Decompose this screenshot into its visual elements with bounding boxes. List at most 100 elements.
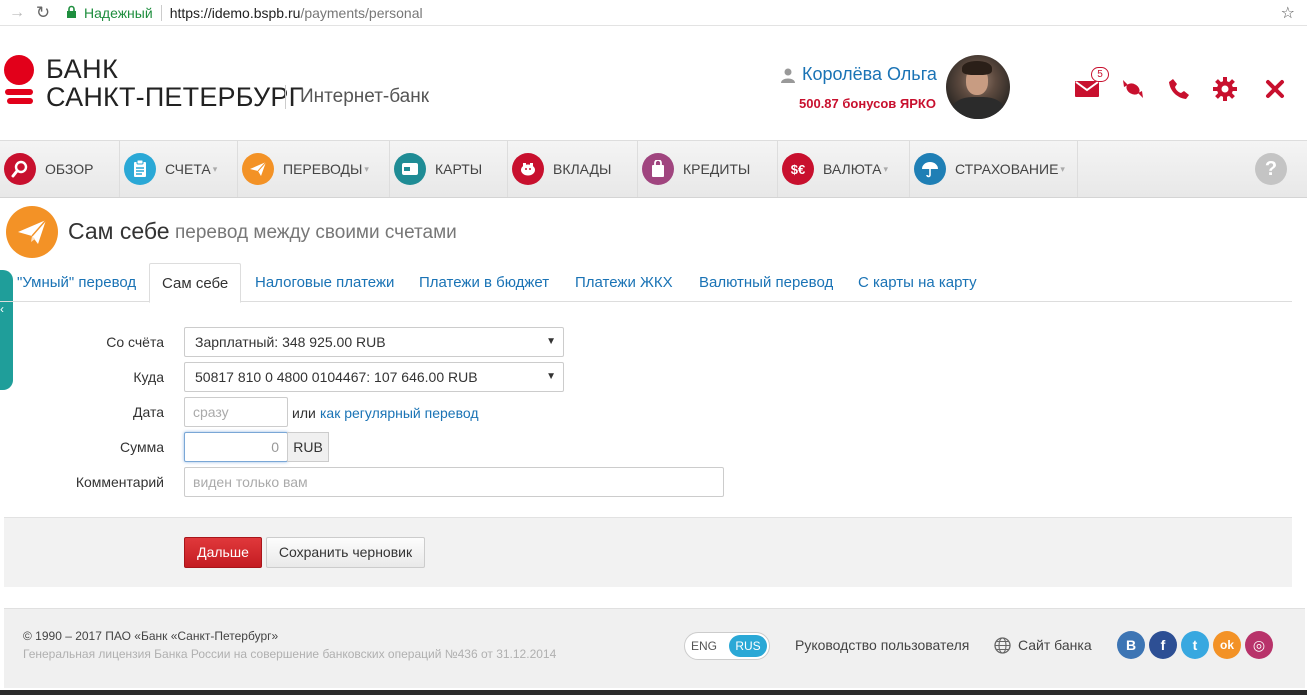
- nav-item-loans[interactable]: КРЕДИТЫ: [638, 141, 778, 197]
- tab-tax-payments[interactable]: Налоговые платежи: [255, 263, 394, 302]
- chevron-left-icon: ‹: [0, 302, 4, 316]
- chevron-down-icon: ▼: [546, 336, 556, 347]
- tab-self-transfer[interactable]: Сам себе: [149, 263, 242, 303]
- nav-item-currency[interactable]: $€ ВАЛЮТА ▾: [778, 141, 910, 197]
- language-switcher: ENG RUS: [684, 632, 770, 660]
- sum-label: Сумма: [120, 439, 164, 455]
- lock-icon: [66, 5, 78, 21]
- twitter-icon[interactable]: t: [1181, 631, 1209, 659]
- tab-currency-transfer[interactable]: Валютный перевод: [699, 263, 833, 302]
- tab-utility-payments[interactable]: Платежи ЖКХ: [575, 263, 673, 302]
- nav-item-transfers[interactable]: ПЕРЕВОДЫ ▾: [238, 141, 390, 197]
- chevron-down-icon: ▾: [883, 163, 889, 174]
- odnoklassniki-icon[interactable]: ok: [1213, 631, 1241, 659]
- search-icon: [4, 153, 36, 185]
- reload-icon[interactable]: ↻: [32, 3, 54, 23]
- chevron-down-icon: ▾: [212, 163, 218, 174]
- recurring-transfer-link[interactable]: как регулярный перевод: [320, 405, 479, 421]
- tab-card-to-card[interactable]: С карты на карту: [858, 263, 977, 302]
- piggy-bank-icon: [512, 153, 544, 185]
- nav-label: СТРАХОВАНИЕ: [955, 161, 1059, 177]
- divider: [285, 85, 286, 109]
- currency-icon: $€: [782, 153, 814, 185]
- from-account-select[interactable]: Зарплатный: 348 925.00 RUB ▼: [184, 327, 564, 357]
- site-header: БАНК САНКТ-ПЕТЕРБУРГ Интернет-банк Корол…: [0, 27, 1307, 140]
- nav-label: КРЕДИТЫ: [683, 161, 751, 177]
- nav-label: ОБЗОР: [45, 161, 94, 177]
- page-subtitle: перевод между своими счетами: [175, 222, 457, 243]
- card-icon: [394, 153, 426, 185]
- nav-label: ВКЛАДЫ: [553, 161, 612, 177]
- comment-label: Комментарий: [75, 474, 164, 490]
- paper-plane-icon: [242, 153, 274, 185]
- nav-item-overview[interactable]: ОБЗОР: [0, 141, 120, 197]
- nav-item-cards[interactable]: КАРТЫ: [390, 141, 508, 197]
- clipboard-icon: [124, 153, 156, 185]
- vk-icon[interactable]: В: [1117, 631, 1145, 659]
- date-or-text: или: [292, 405, 316, 421]
- nav-item-accounts[interactable]: СЧЕТА ▾: [120, 141, 238, 197]
- logo-line1: БАНК: [46, 54, 119, 84]
- date-label: Дата: [132, 404, 164, 420]
- from-account-value: Зарплатный: 348 925.00 RUB: [195, 334, 386, 350]
- address-bar[interactable]: https://idemo.bspb.ru/payments/personal: [170, 5, 423, 21]
- transfer-tabs: "Умный" перевод Сам себе Налоговые плате…: [0, 263, 1292, 303]
- logo-subtitle: Интернет-банк: [300, 86, 430, 107]
- nav-item-deposits[interactable]: ВКЛАДЫ: [508, 141, 638, 197]
- url-host: https://idemo.bspb.ru: [169, 4, 301, 21]
- paper-plane-icon: [6, 206, 58, 258]
- lang-rus-button[interactable]: RUS: [729, 635, 767, 657]
- to-account-select[interactable]: 50817 810 0 4800 0104467: 107 646.00 RUB…: [184, 362, 564, 392]
- help-icon[interactable]: ?: [1255, 153, 1287, 185]
- instagram-icon[interactable]: ◎: [1245, 631, 1273, 659]
- from-account-label: Со счёта: [106, 334, 164, 350]
- license-text: Генеральная лицензия Банка России на сов…: [23, 647, 557, 661]
- close-icon[interactable]: [1261, 75, 1289, 103]
- user-icon: [781, 68, 795, 83]
- comment-field[interactable]: виден только вам: [184, 467, 724, 497]
- mail-count-badge: 5: [1091, 67, 1109, 82]
- candy-icon[interactable]: [1119, 75, 1147, 103]
- nav-label: КАРТЫ: [435, 161, 483, 177]
- tab-smart-transfer[interactable]: "Умный" перевод: [17, 263, 136, 302]
- user-guide-link[interactable]: Руководство пользователя: [795, 637, 969, 653]
- facebook-icon[interactable]: f: [1149, 631, 1177, 659]
- divider: [160, 4, 162, 21]
- avatar[interactable]: [946, 55, 1010, 119]
- copyright: © 1990 – 2017 ПАО «Банк «Санкт-Петербург…: [23, 629, 279, 643]
- lang-eng-button[interactable]: ENG: [691, 633, 717, 659]
- date-field[interactable]: сразу: [184, 397, 288, 427]
- chevron-down-icon: ▼: [546, 371, 556, 382]
- globe-icon: [994, 637, 1011, 654]
- next-button[interactable]: Дальше: [184, 537, 262, 568]
- gear-icon[interactable]: [1211, 75, 1239, 103]
- to-account-label: Куда: [133, 369, 164, 385]
- secure-label: Надежный: [84, 4, 153, 21]
- chevron-down-icon: ▾: [1060, 163, 1065, 174]
- nav-item-insurance[interactable]: СТРАХОВАНИЕ ▾: [910, 141, 1078, 197]
- page-title: Сам себе: [68, 218, 170, 244]
- taskbar-edge: [0, 690, 1307, 695]
- phone-icon[interactable]: [1165, 75, 1193, 103]
- currency-label: RUB: [287, 432, 329, 462]
- forward-icon[interactable]: →: [8, 4, 26, 22]
- browser-toolbar: → ↻ Надежный https://idemo.bspb.ru/payme…: [0, 0, 1307, 26]
- user-name-link[interactable]: Королёва Ольга: [802, 64, 937, 85]
- nav-label: ПЕРЕВОДЫ: [283, 161, 363, 177]
- sum-field[interactable]: 0: [184, 432, 288, 462]
- bag-icon: [642, 153, 674, 185]
- tab-budget-payments[interactable]: Платежи в бюджет: [419, 263, 549, 302]
- bonus-balance: 500.87 бонусов ЯРКО: [799, 96, 936, 111]
- logo-line2: САНКТ-ПЕТЕРБУРГ: [46, 82, 304, 112]
- url-path: /payments/personal: [300, 4, 423, 21]
- main-nav: ОБЗОР СЧЕТА ▾ ПЕРЕВОДЫ ▾ КАРТЫ ВКЛАДЫ КРЕД…: [0, 140, 1307, 198]
- chevron-down-icon: ▾: [364, 163, 369, 174]
- bookmark-star-icon[interactable]: ☆: [1281, 3, 1295, 23]
- bank-site-link[interactable]: Сайт банка: [1018, 637, 1092, 653]
- save-draft-button[interactable]: Сохранить черновик: [266, 537, 425, 568]
- nav-label: СЧЕТА: [165, 161, 211, 177]
- umbrella-icon: [914, 153, 946, 185]
- nav-label: ВАЛЮТА: [823, 161, 882, 177]
- to-account-value: 50817 810 0 4800 0104467: 107 646.00 RUB: [195, 369, 478, 385]
- bank-logo-icon[interactable]: [2, 55, 36, 107]
